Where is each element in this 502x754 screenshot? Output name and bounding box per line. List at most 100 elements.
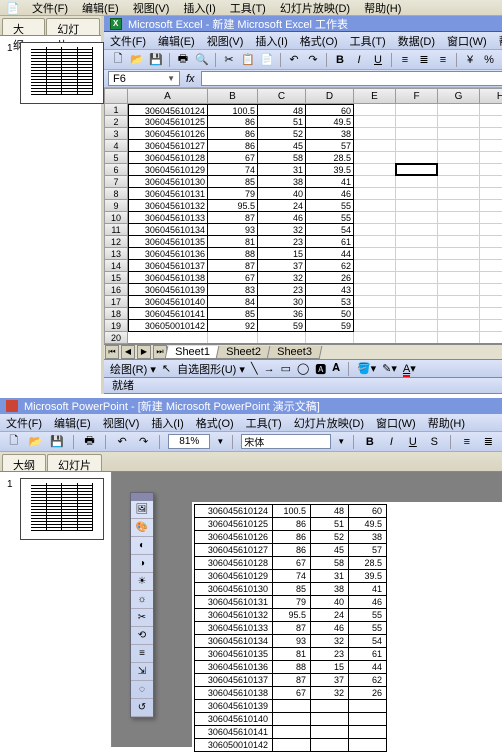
- chevron-down-icon[interactable]: ▼: [337, 437, 345, 446]
- align-left-icon[interactable]: ≡: [459, 434, 475, 450]
- menu-slideshow[interactable]: 幻灯片放映(D): [280, 0, 350, 16]
- sheet-tab-3[interactable]: Sheet3: [266, 346, 322, 359]
- table-cell[interactable]: 74: [273, 570, 311, 583]
- cell[interactable]: 57: [306, 140, 354, 152]
- excel-menu-item[interactable]: 窗口(W): [447, 33, 487, 49]
- picture-toolbar[interactable]: 🖼 🎨 ◐ ◑ ☀ ☼ ✂ ⟲ ≡ ⇲ ◌ ↺: [130, 492, 154, 718]
- cell[interactable]: 38: [306, 128, 354, 140]
- table-cell[interactable]: 62: [349, 674, 387, 687]
- cell[interactable]: 67: [208, 152, 258, 164]
- menu-file[interactable]: 文件(F): [32, 0, 68, 16]
- pp-menu-item[interactable]: 编辑(E): [54, 415, 91, 431]
- cell[interactable]: 60: [306, 104, 354, 116]
- table-cell[interactable]: 55: [349, 609, 387, 622]
- save-icon[interactable]: 💾: [49, 434, 65, 450]
- rotate-icon[interactable]: ⟲: [131, 627, 153, 645]
- cell[interactable]: 306045610130: [128, 176, 208, 188]
- table-cell[interactable]: 37: [311, 674, 349, 687]
- cell[interactable]: 32: [258, 224, 306, 236]
- table-cell[interactable]: 100.5: [273, 505, 311, 518]
- cell[interactable]: 67: [208, 272, 258, 284]
- cell[interactable]: 38: [258, 176, 306, 188]
- print-icon[interactable]: 🖶: [82, 434, 98, 450]
- pp-menu-item[interactable]: 插入(I): [151, 415, 183, 431]
- cell[interactable]: [480, 152, 502, 164]
- less-contrast-icon[interactable]: ◑: [131, 555, 153, 573]
- cell[interactable]: [480, 248, 502, 260]
- table-cell[interactable]: 46: [349, 596, 387, 609]
- pp-menu-item[interactable]: 格式(O): [196, 415, 234, 431]
- row-header[interactable]: 4: [104, 140, 128, 152]
- cell[interactable]: [396, 308, 438, 320]
- cell[interactable]: [396, 272, 438, 284]
- cell[interactable]: [438, 296, 480, 308]
- row-header[interactable]: 6: [104, 164, 128, 176]
- cell[interactable]: [306, 332, 354, 343]
- cell[interactable]: [354, 308, 396, 320]
- cell[interactable]: 54: [306, 224, 354, 236]
- cell[interactable]: 41: [306, 176, 354, 188]
- cell[interactable]: 55: [306, 200, 354, 212]
- underline-icon[interactable]: U: [405, 434, 421, 450]
- name-box[interactable]: F6 ▼: [108, 71, 180, 86]
- menu-tools[interactable]: 工具(T): [230, 0, 266, 16]
- pp-menu-item[interactable]: 工具(T): [246, 415, 282, 431]
- cell[interactable]: [480, 200, 502, 212]
- cell[interactable]: 306045610127: [128, 140, 208, 152]
- underline-icon[interactable]: U: [370, 52, 386, 68]
- table-cell[interactable]: 54: [349, 635, 387, 648]
- cell[interactable]: 74: [208, 164, 258, 176]
- tab-outline[interactable]: 大纲: [2, 18, 45, 35]
- fill-color-icon[interactable]: 🪣▾: [357, 362, 376, 375]
- cell[interactable]: [396, 284, 438, 296]
- row-header[interactable]: 8: [104, 188, 128, 200]
- table-cell[interactable]: 24: [311, 609, 349, 622]
- cell[interactable]: [438, 248, 480, 260]
- cell[interactable]: 37: [258, 260, 306, 272]
- table-cell[interactable]: 48: [311, 505, 349, 518]
- cell[interactable]: 93: [208, 224, 258, 236]
- cell[interactable]: [438, 308, 480, 320]
- cell[interactable]: [480, 188, 502, 200]
- slide-thumbnail[interactable]: 1: [20, 478, 104, 540]
- table-cell[interactable]: 86: [273, 531, 311, 544]
- sheet-tab-bar[interactable]: ⏮ ◀ ▶ ⏭ Sheet1 Sheet2 Sheet3: [104, 344, 502, 360]
- cell[interactable]: [438, 188, 480, 200]
- align-right-icon[interactable]: ≡: [435, 52, 451, 68]
- cell[interactable]: 59: [258, 320, 306, 332]
- table-cell[interactable]: 306045610131: [195, 596, 273, 609]
- cell[interactable]: 95.5: [208, 200, 258, 212]
- table-cell[interactable]: 26: [349, 687, 387, 700]
- cut-icon[interactable]: ✂: [221, 52, 237, 68]
- table-cell[interactable]: [349, 700, 387, 713]
- table-cell[interactable]: 31: [311, 570, 349, 583]
- undo-icon[interactable]: ↶: [114, 434, 130, 450]
- cell[interactable]: 26: [306, 272, 354, 284]
- table-cell[interactable]: 306050010142: [195, 739, 273, 752]
- col-header[interactable]: C: [258, 88, 306, 104]
- cell[interactable]: 24: [258, 200, 306, 212]
- tab-slides[interactable]: 幻灯片: [47, 454, 102, 471]
- cell[interactable]: [480, 332, 502, 343]
- open-icon[interactable]: 📂: [129, 52, 145, 68]
- table-cell[interactable]: 85: [273, 583, 311, 596]
- table-cell[interactable]: [311, 713, 349, 726]
- less-bright-icon[interactable]: ☼: [131, 591, 153, 609]
- arrow-icon[interactable]: →: [264, 363, 275, 375]
- fx-label[interactable]: fx: [186, 73, 195, 85]
- table-cell[interactable]: 93: [273, 635, 311, 648]
- cell[interactable]: [396, 260, 438, 272]
- cell[interactable]: [480, 176, 502, 188]
- table-cell[interactable]: [273, 713, 311, 726]
- oval-icon[interactable]: ◯: [297, 362, 309, 375]
- cell[interactable]: [354, 200, 396, 212]
- menu-view[interactable]: 视图(V): [133, 0, 170, 16]
- next-sheet-icon[interactable]: ▶: [137, 345, 151, 359]
- align-left-icon[interactable]: ≡: [397, 52, 413, 68]
- table-cell[interactable]: 40: [311, 596, 349, 609]
- cell[interactable]: [480, 128, 502, 140]
- insert-picture-icon[interactable]: 🖼: [131, 501, 153, 519]
- transparent-icon[interactable]: ◌: [131, 681, 153, 699]
- more-contrast-icon[interactable]: ◐: [131, 537, 153, 555]
- excel-menu-item[interactable]: 编辑(E): [158, 33, 195, 49]
